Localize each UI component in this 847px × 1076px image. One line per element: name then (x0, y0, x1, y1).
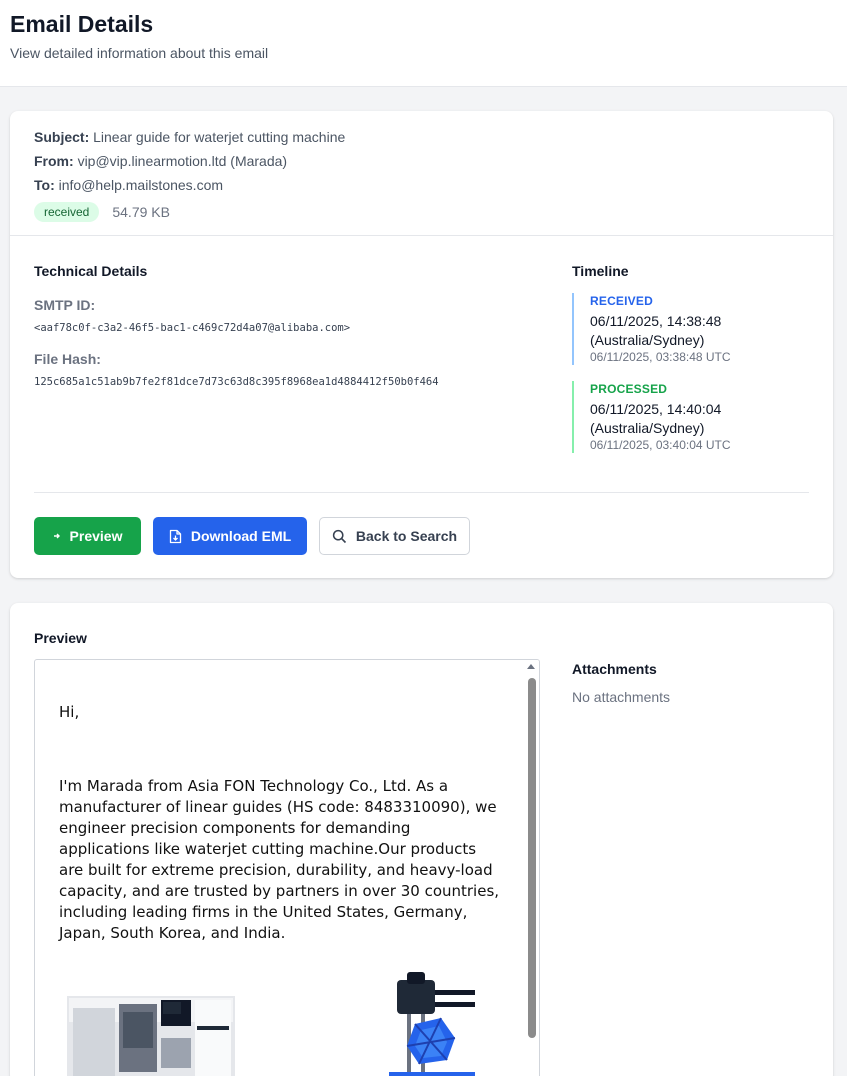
timeline-local-time: 06/11/2025, 14:40:04 (590, 401, 722, 417)
download-eml-label: Download EML (190, 528, 292, 544)
to-value: info@help.mailstones.com (58, 177, 224, 193)
preview-button-label: Preview (69, 528, 123, 544)
preview-card: Preview Hi, I'm Marada from Asia FON Tec… (10, 603, 833, 1076)
cnc-machine-image (67, 996, 235, 1076)
download-file-icon (169, 529, 182, 544)
email-paragraph: I'm Marada from Asia FON Technology Co.,… (59, 777, 500, 942)
technical-details: Technical Details SMTP ID: <aaf78c0f-c3a… (34, 263, 534, 388)
timeline-local-time: 06/11/2025, 14:38:48 (590, 313, 722, 329)
email-body: Hi, I'm Marada from Asia FON Technology … (59, 702, 504, 944)
timeline-utc-time: 06/11/2025, 03:38:48 UTC (590, 350, 731, 364)
timeline-title: Timeline (572, 263, 629, 279)
to-label: To: (34, 177, 55, 193)
action-bar: Preview Download EML Back to Search (34, 517, 470, 555)
from-value: vip@vip.linearmotion.ltd (Marada) (77, 153, 288, 169)
technical-details-title: Technical Details (34, 263, 148, 279)
preview-title: Preview (34, 630, 87, 646)
email-summary-card: Subject: Linear guide for waterjet cutti… (10, 111, 833, 578)
email-preview-frame[interactable]: Hi, I'm Marada from Asia FON Technology … (34, 659, 540, 1076)
preview-icon (53, 532, 61, 540)
email-size: 54.79 KB (112, 204, 170, 220)
attachments-title: Attachments (572, 661, 657, 677)
from-label: From: (34, 153, 74, 169)
page-header: Email Details View detailed information … (0, 0, 847, 87)
timeline-status: PROCESSED (590, 382, 668, 396)
timeline-item-processed: PROCESSED 06/11/2025, 14:40:04 (Australi… (572, 381, 812, 453)
smtp-id-label: SMTP ID: (34, 297, 96, 313)
subject-value: Linear guide for waterjet cutting machin… (93, 129, 346, 145)
status-badge: received (34, 202, 100, 222)
status-row: received 54.79 KB (34, 202, 345, 222)
subject-row: Subject: Linear guide for waterjet cutti… (34, 129, 345, 153)
back-to-search-label: Back to Search (355, 528, 458, 544)
from-row: From: vip@vip.linearmotion.ltd (Marada) (34, 153, 345, 177)
page-subtitle: View detailed information about this ema… (10, 45, 269, 61)
3d-printer-image (389, 972, 475, 1076)
preview-button[interactable]: Preview (34, 517, 141, 555)
subject-label: Subject: (34, 129, 90, 145)
timeline: Timeline RECEIVED 06/11/2025, 14:38:48 (… (572, 263, 812, 453)
divider (10, 235, 833, 236)
email-greeting: Hi, (59, 703, 80, 721)
page-title: Email Details (10, 11, 154, 37)
timeline-utc-time: 06/11/2025, 03:40:04 UTC (590, 438, 731, 452)
scrollbar-thumb[interactable] (528, 678, 536, 1038)
timeline-status: RECEIVED (590, 294, 653, 308)
preview-scrollbar[interactable] (525, 660, 539, 1076)
to-row: To: info@help.mailstones.com (34, 177, 345, 201)
scroll-up-arrow-icon[interactable] (527, 664, 535, 669)
back-to-search-button[interactable]: Back to Search (319, 517, 470, 555)
search-icon (332, 529, 347, 544)
email-meta: Subject: Linear guide for waterjet cutti… (34, 129, 345, 222)
attachments-section: Attachments No attachments (572, 661, 670, 705)
file-hash-label: File Hash: (34, 351, 101, 367)
timeline-item-received: RECEIVED 06/11/2025, 14:38:48 (Australia… (572, 293, 812, 365)
attachments-empty-message: No attachments (572, 689, 671, 705)
file-hash-value: 125c685a1c51ab9b7fe2f81dce7d73c63d8c395f… (34, 376, 439, 388)
smtp-id-value: <aaf78c0f-c3a2-46f5-bac1-c469c72d4a07@al… (34, 322, 351, 334)
timeline-timezone: (Australia/Sydney) (590, 332, 705, 348)
download-eml-button[interactable]: Download EML (153, 517, 307, 555)
timeline-timezone: (Australia/Sydney) (590, 420, 705, 436)
divider (34, 492, 809, 493)
